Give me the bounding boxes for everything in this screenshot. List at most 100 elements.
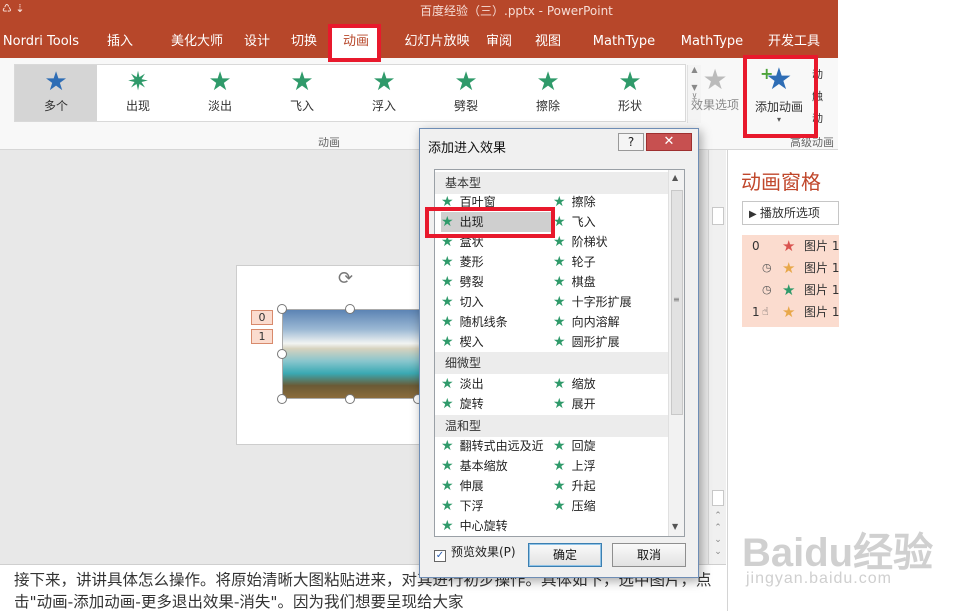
- preview-effect-checkbox[interactable]: ✓ 预览效果(P): [434, 544, 516, 562]
- effect-item[interactable]: ★ 楔入: [441, 332, 484, 352]
- tab-3[interactable]: 设计: [238, 26, 276, 58]
- scroll-thumb-lower[interactable]: [712, 490, 724, 506]
- waterfall-picture[interactable]: [282, 309, 420, 399]
- effect-item[interactable]: ★ 飞入: [553, 212, 596, 232]
- gallery-item-0[interactable]: ★ 多个: [15, 65, 97, 121]
- advanced-item-0[interactable]: 动: [812, 64, 838, 86]
- effect-item[interactable]: ★ 随机线条: [441, 312, 508, 332]
- animation-list-item[interactable]: ◷ ★ 图片 1: [742, 279, 839, 301]
- effect-item[interactable]: ★ 棋盘: [553, 272, 596, 292]
- effect-label: 下浮: [459, 499, 484, 513]
- effect-item[interactable]: ★ 圆形扩展: [553, 332, 620, 352]
- play-selected-label: 播放所选项: [759, 206, 820, 220]
- effect-star-icon: ★: [441, 376, 454, 392]
- effect-item[interactable]: ★ 压缩: [553, 496, 596, 516]
- effect-item[interactable]: ★ 十字形扩展: [553, 292, 632, 312]
- close-button[interactable]: ✕: [646, 133, 692, 151]
- effect-item[interactable]: ★ 盒状: [441, 232, 484, 252]
- tab-4[interactable]: 切换: [284, 26, 324, 58]
- effect-item[interactable]: ★ 轮子: [553, 252, 596, 272]
- gallery-item-5[interactable]: ★ 劈裂: [425, 65, 507, 121]
- resize-handle[interactable]: [345, 304, 355, 314]
- tab-9[interactable]: MathType: [582, 26, 666, 58]
- advanced-item-1[interactable]: 触: [812, 86, 838, 108]
- gallery-item-3[interactable]: ★ 飞入: [261, 65, 343, 121]
- effect-item[interactable]: ★ 旋转: [441, 394, 484, 414]
- play-selected-button[interactable]: ▶ 播放所选项: [742, 201, 839, 225]
- tab-7[interactable]: 审阅: [480, 26, 518, 58]
- effect-item[interactable]: ★ 回旋: [553, 436, 596, 456]
- effect-item[interactable]: ★ 缩放: [553, 374, 596, 394]
- group-label-advanced: 高级动画: [790, 136, 834, 149]
- effect-label: 擦除: [571, 195, 596, 209]
- animation-list-item[interactable]: ◷ ★ 图片 1: [742, 257, 839, 279]
- resize-handle[interactable]: [277, 304, 287, 314]
- effect-label: 旋转: [459, 397, 484, 411]
- animation-tag-0[interactable]: 0: [251, 310, 273, 325]
- resize-handle[interactable]: [345, 394, 355, 404]
- resize-handle[interactable]: [277, 394, 287, 404]
- effect-list-scrollbar[interactable]: ▲ ≡ ▼: [668, 170, 684, 536]
- tab-11[interactable]: 开发工具: [758, 26, 830, 58]
- effect-item[interactable]: ★ 淡出: [441, 374, 484, 394]
- gallery-item-4[interactable]: ★ 浮入: [343, 65, 425, 121]
- tab-8[interactable]: 视图: [528, 26, 568, 58]
- effect-star-icon: ★: [782, 237, 796, 255]
- animation-pane-title: 动画窗格: [741, 170, 821, 194]
- animation-tag-1[interactable]: 1: [251, 329, 273, 344]
- advanced-item-2[interactable]: 动: [812, 108, 838, 130]
- effect-label: 棋盘: [571, 275, 596, 289]
- effect-item[interactable]: ★ 出现: [441, 212, 551, 232]
- effect-item[interactable]: ★ 翻转式由远及近: [441, 436, 544, 456]
- effect-item[interactable]: ★ 百叶窗: [441, 192, 496, 212]
- tab-10[interactable]: MathType: [670, 26, 754, 58]
- gallery-item-label: 飞入: [289, 99, 314, 113]
- effect-item[interactable]: ★ 向内溶解: [553, 312, 620, 332]
- clock-icon: ◷: [762, 261, 772, 274]
- effect-item[interactable]: ★ 伸展: [441, 476, 484, 496]
- scroll-up-icon[interactable]: ▲: [672, 173, 678, 182]
- effect-item[interactable]: ★ 阶梯状: [553, 232, 608, 252]
- ok-button[interactable]: 确定: [528, 543, 602, 567]
- cancel-button[interactable]: 取消: [612, 543, 686, 567]
- effect-item[interactable]: ★ 切入: [441, 292, 484, 312]
- effect-label: 基本缩放: [459, 459, 508, 473]
- gallery-item-6[interactable]: ★ 擦除: [507, 65, 589, 121]
- gallery-item-1[interactable]: ✷ 出现: [97, 65, 179, 121]
- tab-1[interactable]: 插入: [100, 26, 140, 58]
- animation-list-item[interactable]: 1 ☝ ★ 图片 1: [742, 301, 839, 323]
- gallery-item-7[interactable]: ★ 形状: [589, 65, 671, 121]
- gallery-item-2[interactable]: ★ 淡出: [179, 65, 261, 121]
- effect-label: 劈裂: [459, 275, 484, 289]
- effect-item[interactable]: ★ 上浮: [553, 456, 596, 476]
- effect-item[interactable]: ★ 展开: [553, 394, 596, 414]
- effect-star-icon: ★: [553, 254, 566, 270]
- effect-item[interactable]: ★ 下浮: [441, 496, 484, 516]
- tab-6[interactable]: 幻灯片放映: [392, 26, 482, 58]
- checkbox-checked-icon[interactable]: ✓: [434, 550, 446, 562]
- scroll-down-icon[interactable]: ▼: [672, 522, 678, 531]
- effect-star-icon: ★: [553, 376, 566, 392]
- animation-list-item[interactable]: 0 ★ 图片 1: [742, 235, 839, 257]
- tab-0[interactable]: Nordri Tools: [0, 26, 82, 58]
- effect-item[interactable]: ★ 菱形: [441, 252, 484, 272]
- resize-handle[interactable]: [277, 349, 287, 359]
- effect-item[interactable]: ★ 擦除: [553, 192, 596, 212]
- tab-5[interactable]: 动画: [332, 26, 380, 58]
- effect-item[interactable]: ★ 升起: [553, 476, 596, 496]
- item-label: 图片 1: [804, 239, 840, 253]
- effect-options-button[interactable]: ★ 效果选项: [690, 64, 740, 124]
- effect-item[interactable]: ★ 基本缩放: [441, 456, 508, 476]
- effect-label: 出现: [459, 215, 484, 229]
- effect-item[interactable]: ★ 中心旋转: [441, 516, 508, 536]
- workspace-scrollbar[interactable]: ⌃ ⌃ ⌄ ⌄: [708, 150, 726, 564]
- scroll-thumb[interactable]: [712, 207, 724, 225]
- help-button[interactable]: ?: [618, 133, 644, 151]
- slide-canvas[interactable]: ⟳ 0 1: [236, 265, 436, 445]
- page-nav-arrows-icon[interactable]: ⌃ ⌃ ⌄ ⌄: [711, 510, 725, 558]
- tab-2[interactable]: 美化大师: [152, 26, 242, 58]
- rotate-handle-icon[interactable]: ⟳: [338, 268, 353, 289]
- effect-item[interactable]: ★ 劈裂: [441, 272, 484, 292]
- add-animation-button[interactable]: + ★ 添加动画 ▾: [748, 62, 810, 130]
- quick-access-toolbar[interactable]: ♺ ⇣: [2, 2, 25, 15]
